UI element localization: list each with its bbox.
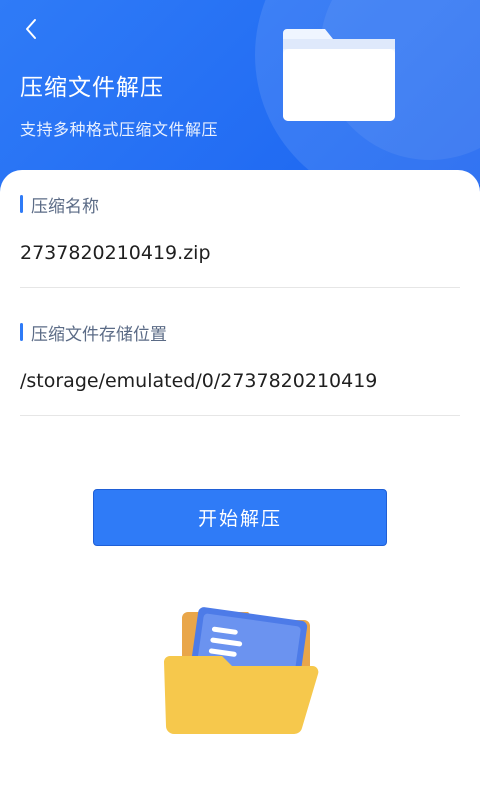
field-label: 压缩文件存储位置 — [20, 319, 460, 345]
storage-location-value[interactable]: /storage/emulated/0/2737820210419 — [20, 367, 460, 395]
divider — [20, 287, 460, 288]
folder-icon — [283, 29, 395, 121]
divider — [20, 415, 460, 416]
label-accent-bar — [20, 323, 23, 341]
archive-name-label: 压缩名称 — [31, 196, 99, 217]
page-title: 压缩文件解压 — [20, 75, 164, 101]
content-card: 压缩名称 2737820210419.zip 压缩文件存储位置 /storage… — [0, 170, 480, 800]
page-subtitle: 支持多种格式压缩文件解压 — [20, 120, 219, 139]
storage-location-field: 压缩文件存储位置 /storage/emulated/0/27378202104… — [20, 319, 460, 416]
archive-name-field: 压缩名称 2737820210419.zip — [20, 191, 460, 288]
chevron-left-icon — [26, 19, 36, 39]
label-accent-bar — [20, 195, 23, 213]
back-button[interactable] — [14, 12, 48, 46]
archive-name-value[interactable]: 2737820210419.zip — [20, 239, 460, 267]
start-extract-button[interactable]: 开始解压 — [93, 489, 387, 546]
field-label: 压缩名称 — [20, 191, 460, 217]
open-folder-icon — [164, 607, 319, 735]
storage-location-label: 压缩文件存储位置 — [31, 324, 167, 345]
